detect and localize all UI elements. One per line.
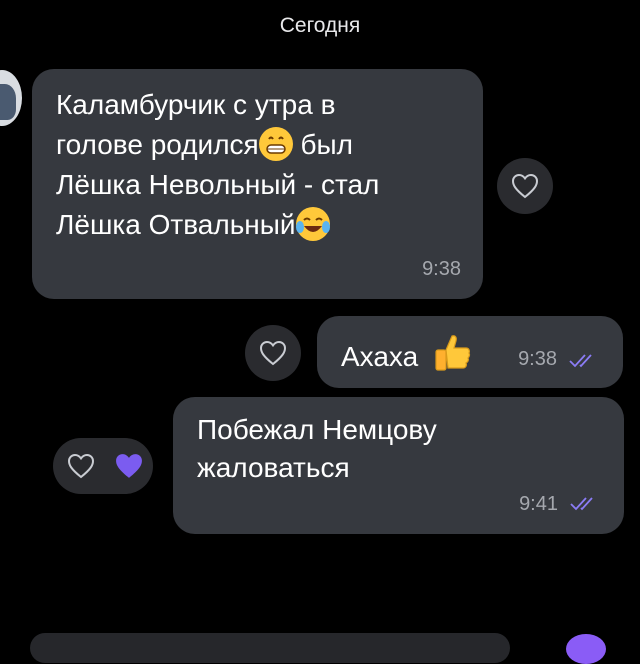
message-bubble-outgoing[interactable]: Ахаха 9:38 — [317, 316, 623, 388]
message-text: Ахаха — [341, 332, 472, 377]
heart-outline-icon[interactable] — [67, 453, 95, 479]
reaction-bar[interactable] — [53, 438, 153, 494]
heart-outline-icon — [511, 173, 539, 199]
like-button[interactable] — [497, 158, 553, 214]
sender-avatar[interactable] — [0, 70, 22, 126]
double-check-icon — [569, 354, 592, 368]
grinning-face-emoji — [258, 127, 293, 161]
message-time: 9:41 — [519, 493, 558, 515]
message-time: 9:38 — [518, 348, 557, 370]
tears-of-joy-emoji — [295, 207, 330, 241]
heart-filled-icon[interactable] — [113, 452, 145, 480]
message-text: Побежал Немцову жаловаться — [197, 414, 437, 483]
message-input-bar[interactable] — [30, 633, 510, 663]
message-bubble-outgoing[interactable]: Побежал Немцову жаловаться 9:41 — [173, 397, 624, 534]
message-text: Каламбурчик с утра в голове родился был … — [56, 89, 380, 241]
send-button[interactable] — [566, 634, 606, 664]
message-bubble-incoming[interactable]: Каламбурчик с утра в голове родился был … — [32, 69, 483, 299]
date-header: Сегодня — [279, 14, 361, 37]
thumbs-up-emoji — [432, 332, 472, 376]
message-time: 9:38 — [422, 258, 461, 280]
like-button[interactable] — [245, 325, 301, 381]
heart-outline-icon — [259, 340, 287, 366]
double-check-icon — [570, 497, 593, 511]
